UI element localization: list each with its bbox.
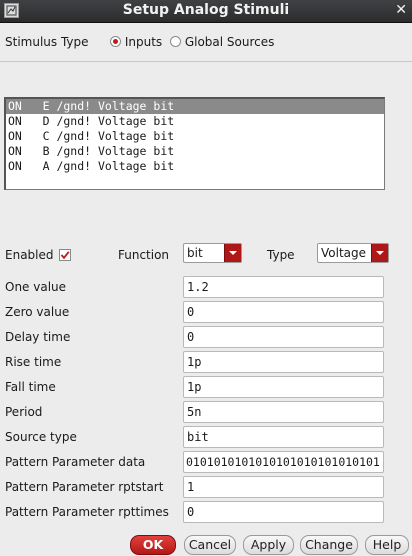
radio-global-sources[interactable]: Global Sources xyxy=(170,35,274,49)
close-icon[interactable]: ✕ xyxy=(395,2,407,18)
title-bar: Setup Analog Stimuli ✕ xyxy=(0,0,412,23)
ok-button[interactable]: OK xyxy=(130,535,176,555)
type-select[interactable]: Voltage xyxy=(317,243,389,263)
function-label: Function xyxy=(118,248,170,262)
pattern-data-field[interactable]: 0101010101010101010101010101 xyxy=(183,451,384,473)
chevron-down-icon[interactable] xyxy=(224,244,241,262)
chevron-down-icon[interactable] xyxy=(371,244,388,262)
type-label: Type xyxy=(267,248,295,262)
apply-button[interactable]: Apply xyxy=(243,535,294,555)
fall-time-field[interactable]: 1p xyxy=(183,376,384,398)
list-item[interactable]: ON C /gnd! Voltage bit xyxy=(6,129,384,144)
check-icon xyxy=(60,251,70,260)
pattern-data-label: Pattern Parameter data xyxy=(5,455,146,469)
zero-value-field[interactable]: 0 xyxy=(183,301,384,323)
cancel-button[interactable]: Cancel xyxy=(184,535,236,555)
pattern-rpttimes-field[interactable]: 0 xyxy=(183,501,384,523)
period-field[interactable]: 5n xyxy=(183,401,384,423)
help-button[interactable]: Help xyxy=(365,535,409,555)
rise-time-label: Rise time xyxy=(5,355,62,369)
source-type-label: Source type xyxy=(5,430,77,444)
pattern-rpttimes-label: Pattern Parameter rpttimes xyxy=(5,505,169,519)
rise-time-field[interactable]: 1p xyxy=(183,351,384,373)
radio-inputs[interactable]: Inputs xyxy=(110,35,162,49)
delay-time-label: Delay time xyxy=(5,330,71,344)
list-item[interactable]: ON E /gnd! Voltage bit xyxy=(6,99,384,114)
window-title: Setup Analog Stimuli xyxy=(122,2,290,18)
radio-global-sources-label: Global Sources xyxy=(184,35,275,49)
delay-time-field[interactable]: 0 xyxy=(183,326,384,348)
stimuli-listbox[interactable]: ON E /gnd! Voltage bit ON D /gnd! Voltag… xyxy=(4,97,385,190)
source-type-field[interactable]: bit xyxy=(183,426,384,448)
enabled-label: Enabled xyxy=(5,248,54,262)
list-item[interactable]: ON A /gnd! Voltage bit xyxy=(6,159,384,174)
one-value-label: One value xyxy=(5,280,67,294)
radio-inputs-indicator[interactable] xyxy=(110,36,121,47)
function-select-value: bit xyxy=(187,246,203,260)
list-item[interactable]: ON B /gnd! Voltage bit xyxy=(6,144,384,159)
function-select[interactable]: bit xyxy=(183,243,242,263)
list-item[interactable]: ON D /gnd! Voltage bit xyxy=(6,114,384,129)
enabled-checkbox[interactable] xyxy=(59,249,71,261)
stimulus-type-label: Stimulus Type xyxy=(5,35,89,49)
radio-global-sources-indicator[interactable] xyxy=(170,36,181,47)
radio-inputs-label: Inputs xyxy=(124,35,163,49)
period-label: Period xyxy=(5,405,43,419)
zero-value-label: Zero value xyxy=(5,305,70,319)
separator xyxy=(0,61,412,62)
pattern-rptstart-field[interactable]: 1 xyxy=(183,476,384,498)
change-button[interactable]: Change xyxy=(300,535,358,555)
type-select-value: Voltage xyxy=(321,246,367,260)
fall-time-label: Fall time xyxy=(5,380,56,394)
one-value-field[interactable]: 1.2 xyxy=(183,276,384,298)
pattern-rptstart-label: Pattern Parameter rptstart xyxy=(5,480,164,494)
